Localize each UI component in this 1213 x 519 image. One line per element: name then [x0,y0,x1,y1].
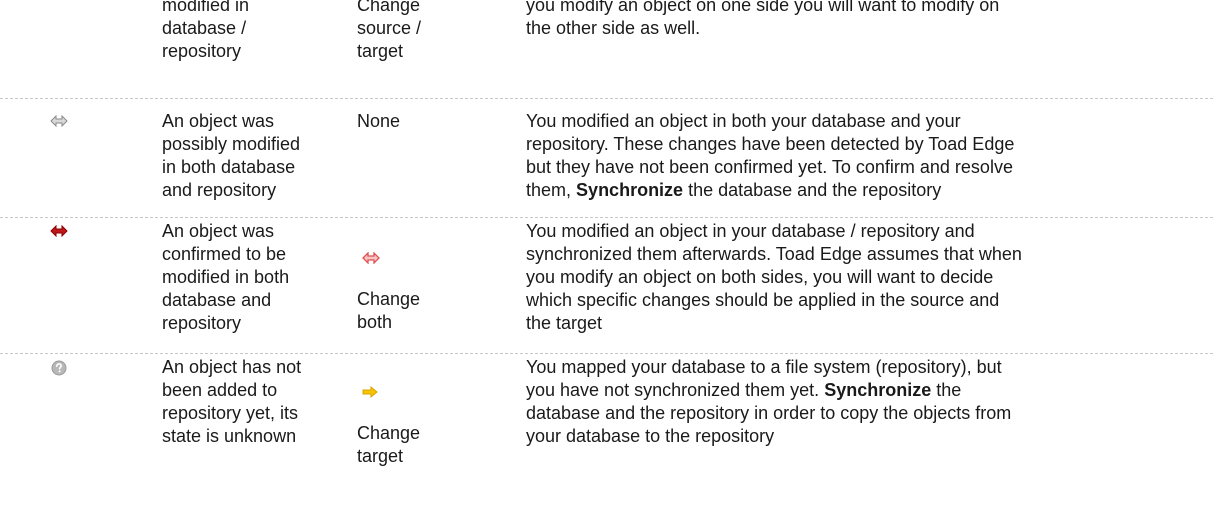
description-text: the [931,380,962,400]
action-text: source / [357,18,422,38]
state-text: and repository [162,180,277,200]
action-text: target [357,446,404,466]
action-text: Change [357,289,421,309]
state-text: repository yet, its [162,403,299,423]
description-text: them, [526,180,572,200]
description-cell: You mapped your database to a file syste… [526,356,1166,448]
state-text: confirmed to be [162,244,287,264]
state-cell: An object was confirmed to be modified i… [162,220,347,335]
state-text: in both database [162,157,296,177]
description-text: your database to the repository [526,426,775,446]
state-text: database / [162,18,247,38]
state-text: An object has not [162,357,302,377]
state-text: database and [162,290,272,310]
state-text: state is unknown [162,426,297,446]
description-text: You modified an object in both your data… [526,111,961,131]
description-text: the database and the repository [683,180,942,200]
state-text: modified in both [162,267,290,287]
description-text: synchronized them afterwards. Toad Edge … [526,244,1022,264]
description-text: the target [526,313,603,333]
action-text: Change [357,423,421,443]
description-text: database and the repository in order to … [526,403,1012,423]
state-cell: An object has not been added to reposito… [162,356,347,448]
state-cell: modified in database / repository [162,0,347,63]
description-text: you have not synchronized them yet. Sync… [526,379,1166,402]
action-cell: Change source / target [357,0,487,63]
action-cell: None [357,110,487,133]
state-text: repository [162,41,242,61]
action-text: None [357,111,401,131]
state-text: been added to [162,380,278,400]
yellow-right-arrow-icon [362,386,378,398]
state-text: repository [162,313,242,333]
description-text: You modified an object in your database … [526,221,975,241]
description-text: You mapped your database to a file syste… [526,357,1002,377]
gray-double-arrow-icon [50,115,68,127]
description-text: you have not synchronized them yet. [526,380,820,400]
gray-question-icon [51,360,67,376]
action-text: Change [357,0,421,15]
state-cell: An object was possibly modified in both … [162,110,347,202]
red-double-arrow-icon [50,225,68,237]
description-text: you modify an object on one side you wil… [526,0,1000,15]
state-text: possibly modified [162,134,301,154]
state-text: modified in [162,0,250,15]
row-divider [0,98,1213,99]
synchronize-keyword: Synchronize [576,180,684,200]
row-divider [0,353,1213,354]
red-outline-double-arrow-icon [362,252,380,264]
synchronize-keyword: Synchronize [824,380,932,400]
description-text: which specific changes should be applied… [526,290,1000,310]
state-text: An object was [162,221,275,241]
action-text: both [357,312,393,332]
state-text: An object was [162,111,275,131]
description-text: them, Synchronize the database and the r… [526,179,1166,202]
description-cell: You modified an object in both your data… [526,110,1166,202]
description-text: repository. These changes have been dete… [526,134,1015,154]
action-text: target [357,41,404,61]
row-divider [0,217,1213,218]
description-text: the other side as well. [526,18,701,38]
description-text: but they have not been confirmed yet. To… [526,157,1013,177]
description-text: you modify an object on both sides, you … [526,267,994,287]
description-cell: You modified an object in your database … [526,220,1166,335]
description-cell: you modify an object on one side you wil… [526,0,1166,40]
